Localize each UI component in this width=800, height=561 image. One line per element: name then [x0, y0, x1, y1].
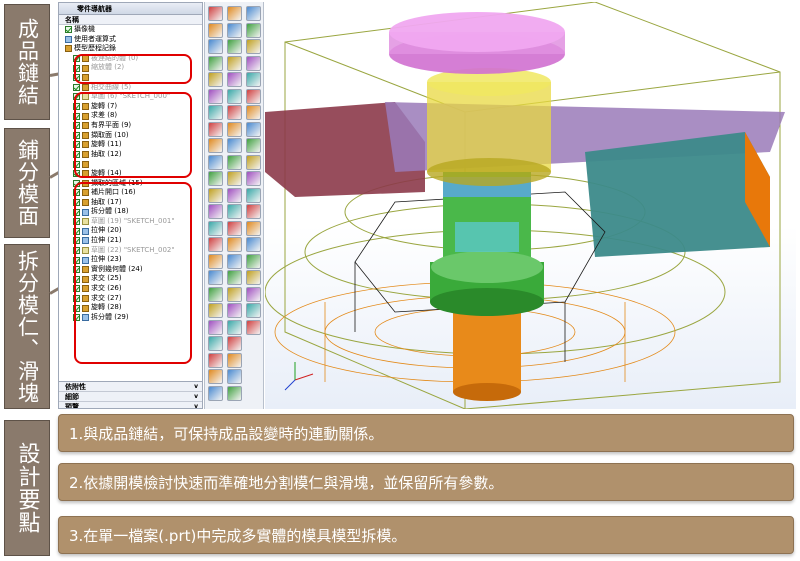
- toolbar-tool-icon[interactable]: [208, 105, 223, 120]
- label-product-link: 成品鏈結: [4, 4, 50, 120]
- toolbar-tool-icon[interactable]: [246, 220, 261, 236]
- highlight-product-link: [74, 54, 192, 84]
- expression-icon: [65, 35, 72, 43]
- toolbar-tool-icon[interactable]: [227, 121, 242, 137]
- toolbar-tool-icon[interactable]: [227, 385, 242, 401]
- label-split-cores: 拆分模仁、滑塊: [4, 244, 50, 409]
- toolbar-tool-icon[interactable]: [208, 369, 223, 384]
- toolbar-tool-icon[interactable]: [246, 138, 261, 153]
- toolbar-tool-icon[interactable]: [227, 352, 242, 368]
- toolbar-tool-icon[interactable]: [208, 220, 223, 236]
- toolbar-tool-icon[interactable]: [227, 171, 242, 186]
- toolbar-tool-icon[interactable]: [208, 319, 223, 335]
- toolbar-tool-icon[interactable]: [227, 22, 242, 38]
- toolbar-tool-icon[interactable]: [227, 154, 242, 170]
- toolbar-tool-icon[interactable]: [208, 22, 223, 38]
- toolbar-tool-icon[interactable]: [208, 385, 223, 401]
- label-split-surface: 鋪分模面: [4, 128, 50, 238]
- section-details[interactable]: 細節: [59, 392, 202, 402]
- toolbar-tool-icon[interactable]: [227, 6, 242, 21]
- toolbar-tool-icon[interactable]: [208, 286, 223, 302]
- toolbar-tool-icon[interactable]: [246, 253, 261, 269]
- toolbar-tool-icon[interactable]: [246, 55, 261, 71]
- toolbar-tool-icon[interactable]: [246, 72, 261, 87]
- toolbar-tool-icon[interactable]: [246, 6, 261, 21]
- toolbar-tool-icon[interactable]: [227, 39, 242, 54]
- mold-model-render: [265, 2, 785, 409]
- toolbar-tool-icon[interactable]: [208, 138, 223, 153]
- toolbar-tool-icon[interactable]: [246, 171, 261, 186]
- toolbar-tool-icon[interactable]: [208, 204, 223, 219]
- toolbar-tool-icon[interactable]: [246, 105, 261, 120]
- toolbar-tool-icon[interactable]: [227, 88, 242, 104]
- tree-item-camera[interactable]: 攝像機: [65, 25, 202, 35]
- highlight-split-cores: [74, 182, 192, 364]
- toolbar-tool-icon[interactable]: [208, 121, 223, 137]
- design-point-2: 2.依據開模檢討快速而準確地分割模仁與滑塊，並保留所有參數。: [58, 463, 794, 501]
- toolbar-tool-icon[interactable]: [246, 286, 261, 302]
- toolbar-tool-icon[interactable]: [246, 39, 261, 54]
- toolbar-tool-icon[interactable]: [208, 88, 223, 104]
- toolbar-tool-icon[interactable]: [227, 138, 242, 153]
- toolbar-tool-icon[interactable]: [246, 22, 261, 38]
- toolbar-tool-icon[interactable]: [227, 237, 242, 252]
- toolbar-tool-icon[interactable]: [208, 253, 223, 269]
- feature-label: 相交曲線 (5): [91, 82, 132, 91]
- toolbar-tool-icon[interactable]: [227, 369, 242, 384]
- toolbar-tool-icon[interactable]: [246, 319, 261, 335]
- section-dependencies[interactable]: 依附性: [59, 382, 202, 392]
- check-icon[interactable]: [65, 26, 72, 34]
- toolbar-tool-icon[interactable]: [208, 352, 223, 368]
- toolbar-tool-icon[interactable]: [246, 187, 261, 203]
- toolbar-tool-icon[interactable]: [227, 319, 242, 335]
- toolbar-tool-icon[interactable]: [227, 204, 242, 219]
- navigator-title: 零件導航器: [59, 3, 202, 15]
- toolbar-tool-icon[interactable]: [246, 88, 261, 104]
- toolbar-tool-icon[interactable]: [208, 171, 223, 186]
- toolbar-tool-icon[interactable]: [208, 336, 223, 351]
- navigator-bottom-panel: 依附性 細節 預覽: [59, 381, 202, 408]
- toolbar-tool-icon[interactable]: [246, 237, 261, 252]
- command-toolbar: [204, 2, 264, 409]
- toolbar-tool-icon[interactable]: [227, 336, 242, 351]
- navigator-top-items: 攝像機 使用者運算式 模型歷程記錄: [59, 25, 202, 54]
- toolbar-tool-icon[interactable]: [208, 6, 223, 21]
- section-preview[interactable]: 預覽: [59, 402, 202, 408]
- design-point-1: 1.與成品鏈結，可保持成品設變時的連動關係。: [58, 414, 794, 452]
- toolbar-tool-icon[interactable]: [246, 204, 261, 219]
- toolbar-tool-icon[interactable]: [227, 220, 242, 236]
- tree-item-expressions[interactable]: 使用者運算式: [65, 35, 202, 45]
- toolbar-tool-icon[interactable]: [227, 303, 242, 318]
- design-point-3: 3.在單一檔案(.prt)中完成多實體的模具模型拆模。: [58, 516, 794, 554]
- toolbar-tool-icon[interactable]: [208, 270, 223, 285]
- highlight-split-surface: [74, 92, 192, 178]
- curve-icon: [82, 83, 89, 91]
- toolbar-tool-icon[interactable]: [208, 72, 223, 87]
- navigator-column-header: 名稱: [59, 15, 202, 25]
- graphics-viewport[interactable]: [265, 2, 796, 409]
- toolbar-tool-icon[interactable]: [208, 303, 223, 318]
- feature-row[interactable]: 相交曲線 (5): [73, 83, 202, 93]
- toolbar-tool-icon[interactable]: [227, 270, 242, 285]
- toolbar-tool-icon[interactable]: [227, 105, 242, 120]
- label-design-points: 設計要點: [4, 420, 50, 556]
- toolbar-tool-icon[interactable]: [208, 187, 223, 203]
- toolbar-tool-icon[interactable]: [208, 237, 223, 252]
- toolbar-tool-icon[interactable]: [208, 55, 223, 71]
- toolbar-tool-icon[interactable]: [227, 72, 242, 87]
- toolbar-tool-icon[interactable]: [246, 270, 261, 285]
- toolbar-tool-icon[interactable]: [227, 253, 242, 269]
- toolbar-tool-icon[interactable]: [246, 303, 261, 318]
- toolbar-tool-icon[interactable]: [227, 187, 242, 203]
- tree-item-history[interactable]: 模型歷程記錄: [65, 44, 202, 54]
- toolbar-tool-icon[interactable]: [246, 154, 261, 170]
- toolbar-tool-icon[interactable]: [208, 39, 223, 54]
- toolbar-tool-icon[interactable]: [208, 154, 223, 170]
- history-icon: [65, 45, 72, 53]
- toolbar-tool-icon[interactable]: [227, 55, 242, 71]
- check-icon[interactable]: [73, 83, 80, 91]
- toolbar-tool-icon[interactable]: [246, 121, 261, 137]
- toolbar-tool-icon[interactable]: [227, 286, 242, 302]
